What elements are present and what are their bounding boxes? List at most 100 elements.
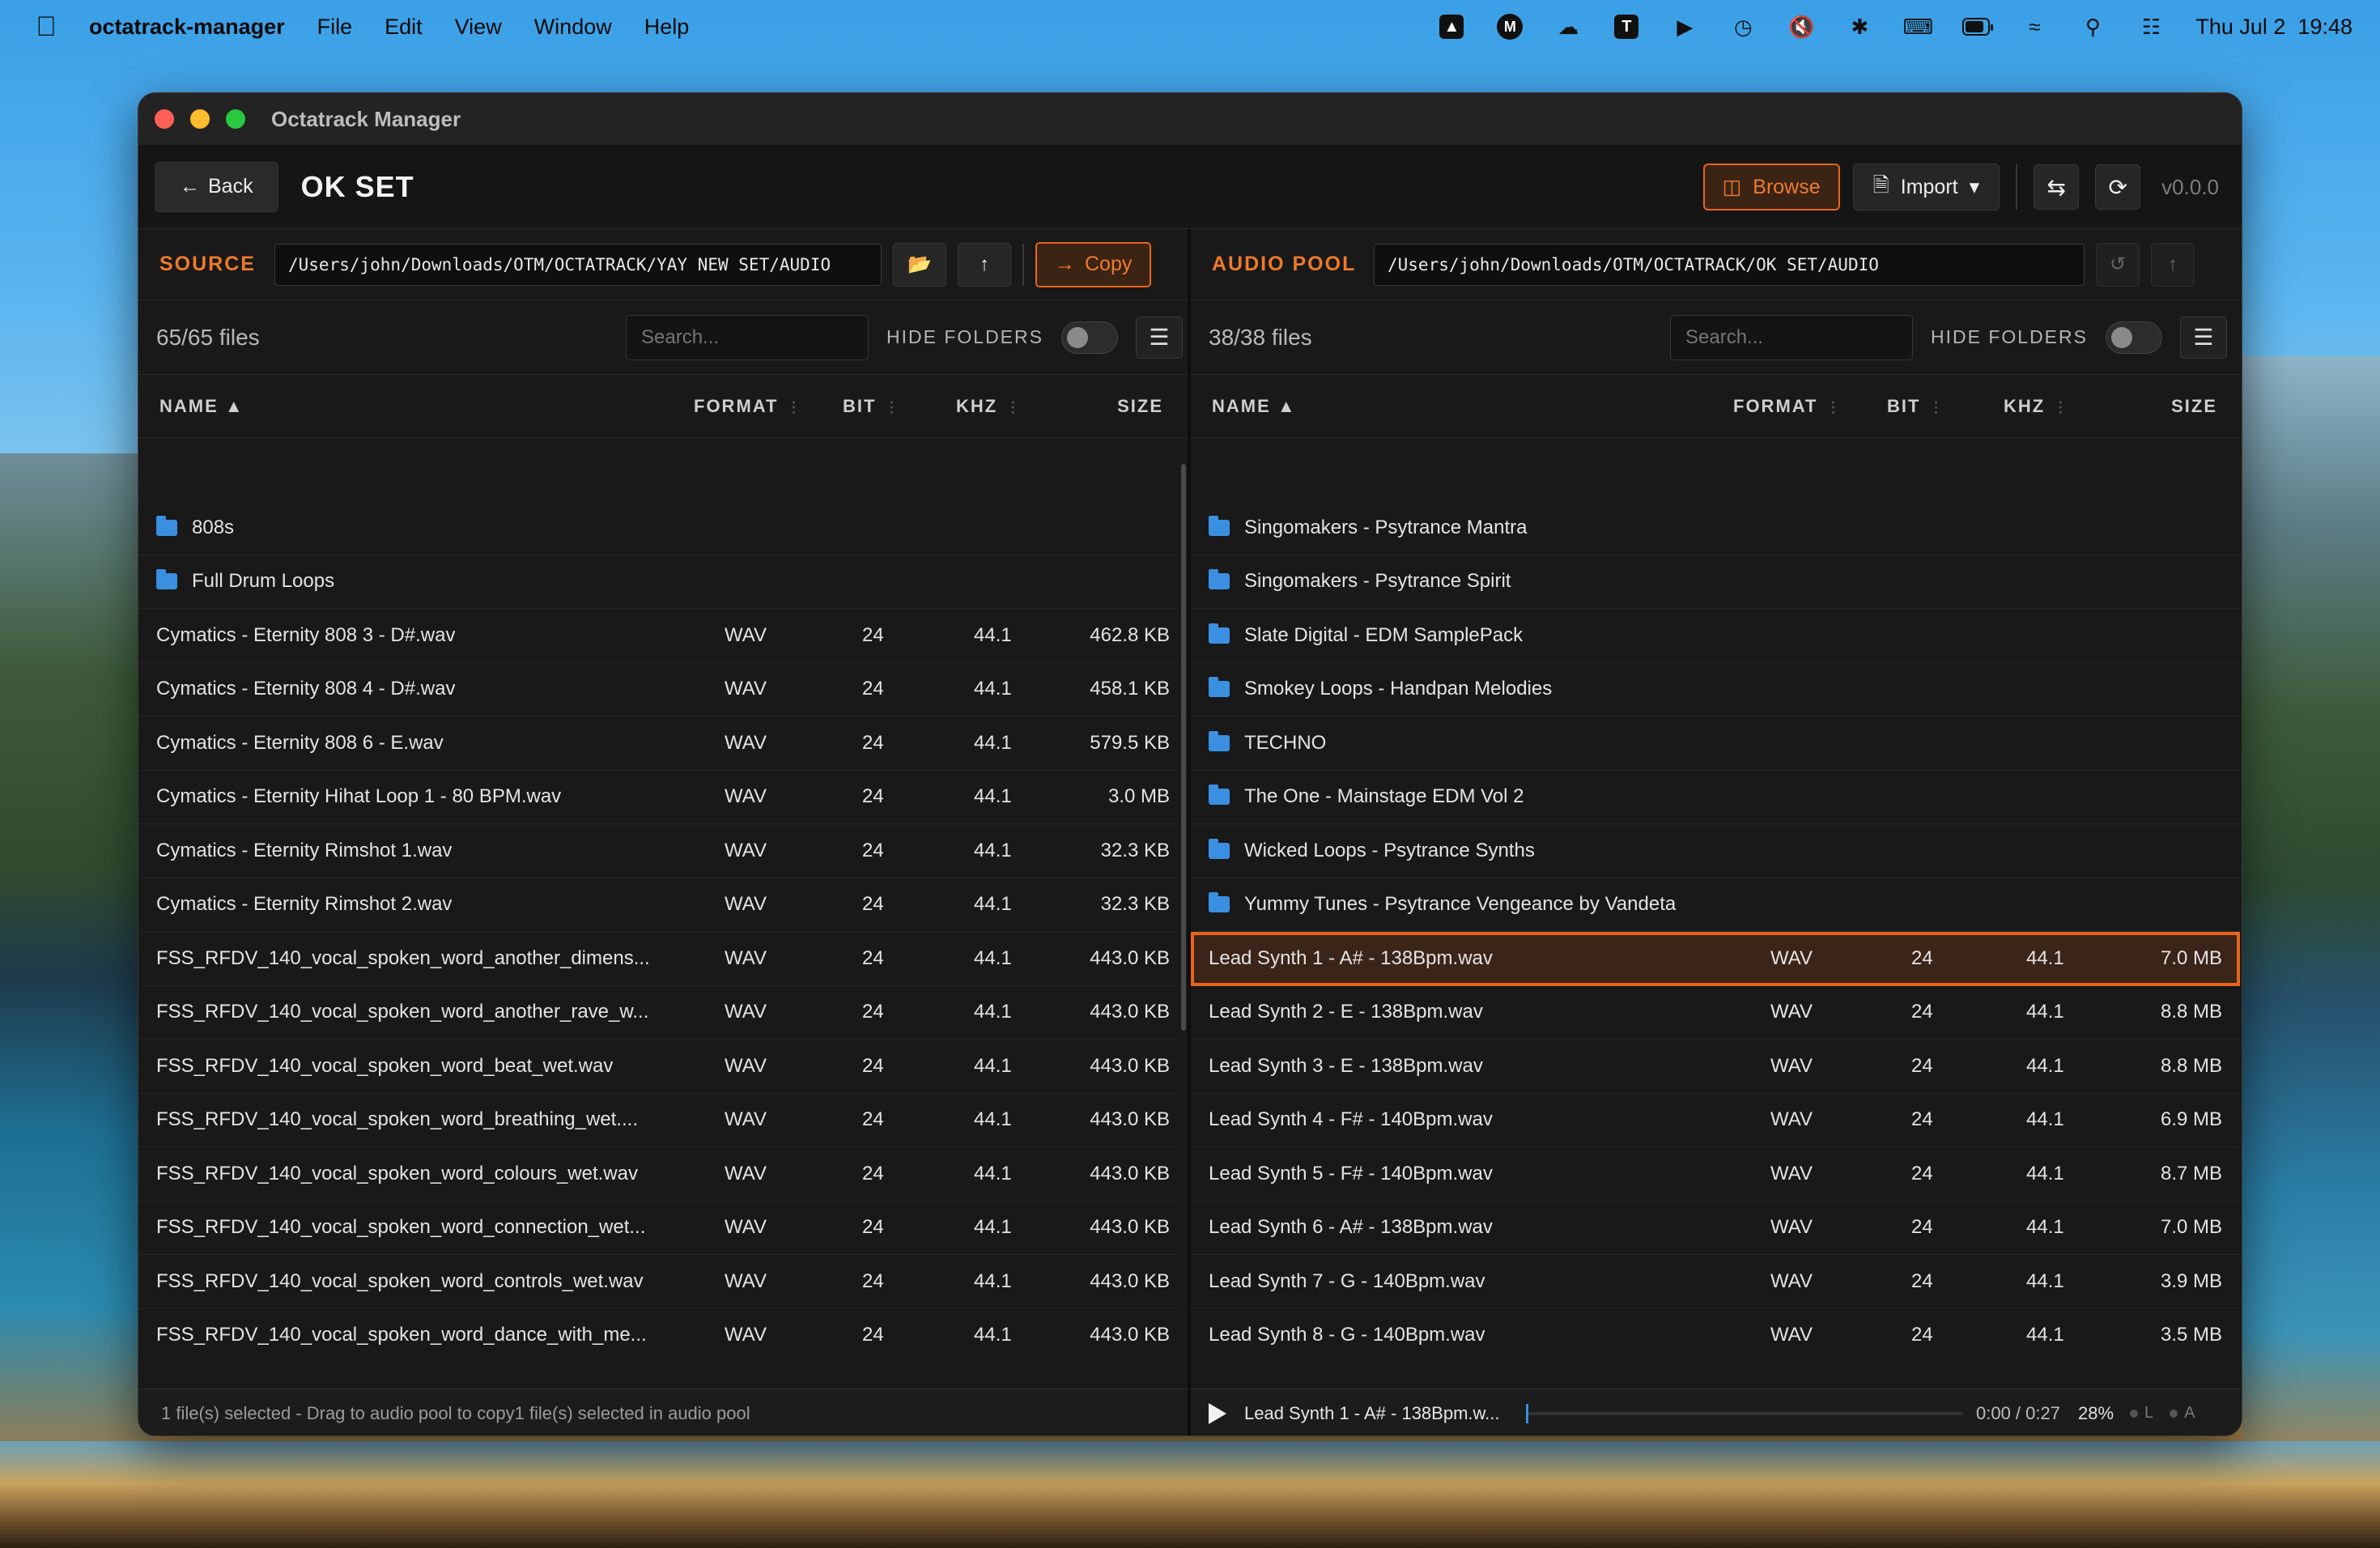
- file-row[interactable]: Cymatics - Eternity Rimshot 1.wav WAV 24 44…: [138, 824, 1179, 878]
- file-row[interactable]: FSS_RFDV_140_vocal_spoken_word_dance_wit…: [138, 1309, 1179, 1357]
- pool-path-input[interactable]: /Users/john/Downloads/OTM/OCTATRACK/OK S…: [1374, 243, 2085, 286]
- folder-row[interactable]: The One - Mainstage EDM Vol 2: [1191, 771, 2240, 824]
- source-search-input[interactable]: [626, 314, 869, 360]
- menu-window[interactable]: Window: [534, 15, 612, 40]
- swap-button[interactable]: ⇆: [2034, 164, 2080, 210]
- copy-button-label: Copy: [1085, 253, 1133, 275]
- desktop-wallpaper-right: [2242, 356, 2380, 1548]
- menu-view[interactable]: View: [455, 15, 502, 40]
- file-row[interactable]: FSS_RFDV_140_vocal_spoken_word_beat_wet.…: [138, 1040, 1179, 1094]
- folder-row[interactable]: TECHNO: [1191, 717, 2240, 771]
- file-row[interactable]: FSS_RFDV_140_vocal_spoken_word_another_r…: [138, 986, 1179, 1040]
- battery-icon[interactable]: [1962, 13, 1994, 40]
- import-button[interactable]: 🗎 Import ▾: [1852, 164, 2000, 211]
- file-row[interactable]: Cymatics - Eternity Rimshot 2.wav WAV 24 44…: [138, 878, 1179, 932]
- apple-icon[interactable]: : [32, 11, 60, 42]
- file-name: FSS_RFDV_140_vocal_spoken_word_dance_wit…: [156, 1324, 647, 1346]
- folder-row[interactable]: 808s: [138, 501, 1179, 555]
- player-progress-bar[interactable]: [1526, 1403, 1963, 1423]
- folder-row[interactable]: Yummy Tunes - Psytrance Vengeance by Van…: [1191, 878, 2240, 932]
- file-row[interactable]: Lead Synth 2 - E - 138Bpm.wav WAV 24 44.1 8.…: [1191, 986, 2240, 1040]
- source-path-input[interactable]: /Users/john/Downloads/OTM/OCTATRACK/YAY …: [274, 243, 882, 286]
- pool-search-input[interactable]: [1670, 314, 1913, 360]
- file-bit-depth: 24: [862, 1269, 884, 1292]
- file-row[interactable]: Cymatics - Eternity 808 3 - D#.wav WAV 24 4…: [138, 609, 1179, 663]
- column-khz[interactable]: KHZ ⋮: [956, 396, 1022, 417]
- column-format[interactable]: FORMAT ⋮: [694, 396, 802, 417]
- pool-reset-button[interactable]: ↺: [2096, 242, 2140, 287]
- column-name[interactable]: NAME ▲: [1212, 396, 1297, 417]
- m-circle-icon[interactable]: M: [1496, 13, 1524, 40]
- file-sample-rate: 44.1: [974, 839, 1012, 861]
- column-size[interactable]: SIZE: [2171, 396, 2217, 417]
- folder-row[interactable]: Smokey Loops - Handpan Melodies: [1191, 663, 2240, 717]
- file-row[interactable]: Lead Synth 7 - G - 140Bpm.wav WAV 24 44.1 3.…: [1191, 1255, 2240, 1309]
- file-bit-depth: 24: [1911, 1269, 1933, 1292]
- folder-row[interactable]: Wicked Loops - Psytrance Synths: [1191, 824, 2240, 878]
- folder-icon: [1209, 838, 1230, 859]
- pool-menu-button[interactable]: ☰: [2179, 316, 2227, 359]
- back-button[interactable]: ← Back: [155, 161, 278, 212]
- menu-clock[interactable]: Thu Jul 2 19:48: [2195, 15, 2352, 40]
- folder-row[interactable]: Slate Digital - EDM SamplePack: [1191, 609, 2240, 663]
- window-close-button[interactable]: [155, 109, 174, 129]
- refresh-button[interactable]: ⟳: [2095, 164, 2141, 210]
- menu-help[interactable]: Help: [644, 15, 690, 40]
- source-scrollbar[interactable]: [1181, 464, 1186, 1031]
- pool-hide-folders-toggle[interactable]: [2105, 321, 2162, 354]
- source-up-button[interactable]: ↑: [958, 242, 1011, 287]
- spotlight-icon[interactable]: ⚲: [2079, 13, 2106, 40]
- keyboard-icon[interactable]: ⌨: [1903, 13, 1934, 40]
- file-row[interactable]: FSS_RFDV_140_vocal_spoken_word_controls_…: [138, 1255, 1179, 1309]
- control-center-icon[interactable]: ☷: [2137, 13, 2165, 40]
- drive-icon[interactable]: ▲: [1438, 13, 1465, 40]
- pool-up-button[interactable]: ↑: [2151, 242, 2195, 287]
- folder-row[interactable]: Full Drum Loops: [138, 555, 1179, 609]
- arrow-left-icon: ←: [180, 175, 200, 198]
- file-row[interactable]: Lead Synth 4 - F# - 140Bpm.wav WAV 24 44.1 6…: [1191, 1094, 2240, 1147]
- play-circle-icon[interactable]: ▶: [1671, 13, 1698, 40]
- source-menu-button[interactable]: ☰: [1135, 316, 1183, 359]
- file-row[interactable]: Lead Synth 6 - A# - 138Bpm.wav WAV 24 44.1 7…: [1191, 1201, 2240, 1255]
- file-row[interactable]: Lead Synth 8 - G - 140Bpm.wav WAV 24 44.1 3.…: [1191, 1309, 2240, 1357]
- folder-row[interactable]: Singomakers - Psytrance Mantra: [1191, 501, 2240, 555]
- file-row[interactable]: Lead Synth 1 - A# - 138Bpm.wav WAV 24 44.1 7…: [1191, 932, 2240, 986]
- title-bar[interactable]: Octatrack Manager: [138, 93, 2242, 145]
- wifi-icon[interactable]: ≈: [2021, 13, 2048, 40]
- window-zoom-button[interactable]: [226, 109, 245, 129]
- column-bit[interactable]: BIT ⋮: [843, 396, 900, 417]
- playhead[interactable]: [1526, 1403, 1528, 1423]
- file-row[interactable]: FSS_RFDV_140_vocal_spoken_word_connectio…: [138, 1201, 1179, 1255]
- t-box-icon[interactable]: T: [1613, 13, 1640, 40]
- bluetooth-icon[interactable]: ✱: [1846, 13, 1873, 40]
- source-hide-folders-toggle[interactable]: [1060, 321, 1118, 354]
- menu-file[interactable]: File: [317, 15, 353, 40]
- mute-icon[interactable]: 🔇: [1787, 13, 1815, 40]
- copy-button[interactable]: → Copy: [1035, 241, 1152, 287]
- column-khz[interactable]: KHZ ⋮: [2004, 396, 2069, 417]
- file-row[interactable]: Cymatics - Eternity Hihat Loop 1 - 80 BP…: [138, 771, 1179, 824]
- desktop-wallpaper-left: [0, 453, 154, 1548]
- file-row[interactable]: Cymatics - Eternity 808 6 - E.wav WAV 24 44…: [138, 717, 1179, 771]
- column-format[interactable]: FORMAT ⋮: [1733, 396, 1842, 417]
- folder-name: 808s: [192, 516, 235, 538]
- play-icon[interactable]: [1209, 1402, 1226, 1424]
- file-row[interactable]: Lead Synth 3 - E - 138Bpm.wav WAV 24 44.1 8.…: [1191, 1040, 2240, 1094]
- menu-app-name[interactable]: octatrack-manager: [89, 15, 285, 40]
- open-folder-button[interactable]: 📂: [893, 242, 946, 287]
- clock-alert-icon[interactable]: ◷: [1729, 13, 1757, 40]
- column-size[interactable]: SIZE: [1117, 396, 1163, 417]
- file-row[interactable]: FSS_RFDV_140_vocal_spoken_word_another_d…: [138, 932, 1179, 986]
- file-row[interactable]: Lead Synth 5 - F# - 140Bpm.wav WAV 24 44.1 8…: [1191, 1147, 2240, 1201]
- file-bit-depth: 24: [1911, 946, 1933, 969]
- column-bit[interactable]: BIT ⋮: [1887, 396, 1944, 417]
- menu-edit[interactable]: Edit: [385, 15, 423, 40]
- folder-row[interactable]: Singomakers - Psytrance Spirit: [1191, 555, 2240, 609]
- browse-button[interactable]: ◫ Browse: [1702, 164, 1840, 211]
- column-name[interactable]: NAME ▲: [159, 396, 244, 417]
- file-row[interactable]: FSS_RFDV_140_vocal_spoken_word_colours_w…: [138, 1147, 1179, 1201]
- window-minimize-button[interactable]: [190, 109, 210, 129]
- cloud-icon[interactable]: ☁: [1554, 13, 1582, 40]
- file-row[interactable]: Cymatics - Eternity 808 4 - D#.wav WAV 24 4…: [138, 663, 1179, 717]
- file-row[interactable]: FSS_RFDV_140_vocal_spoken_word_breathing…: [138, 1094, 1179, 1147]
